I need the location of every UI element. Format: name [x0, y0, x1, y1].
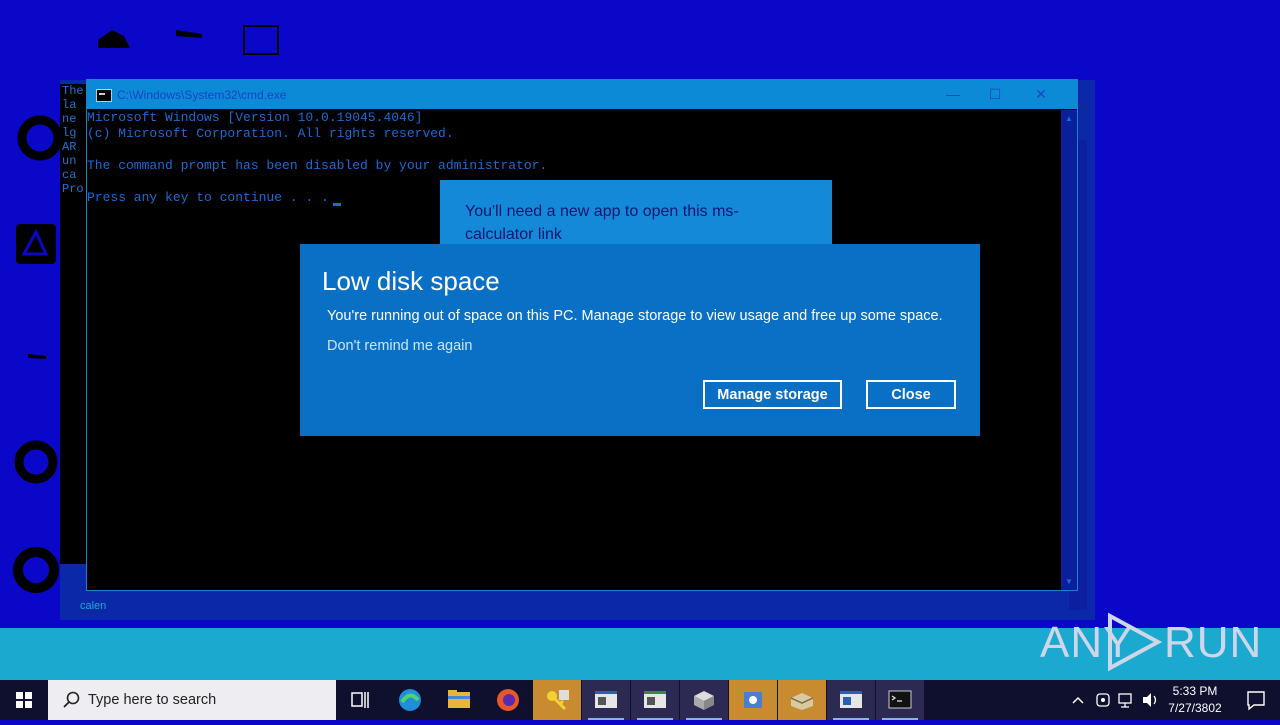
- maximize-button[interactable]: ☐: [981, 84, 1009, 104]
- console-line: (c) Microsoft Corporation. All rights re…: [87, 126, 454, 141]
- strip-line: un: [62, 154, 77, 168]
- firefox-icon: [497, 689, 519, 711]
- chevron-up-icon[interactable]: [1068, 680, 1088, 720]
- console-line: Microsoft Windows [Version 10.0.19045.40…: [87, 110, 423, 125]
- box-app-button[interactable]: [778, 680, 826, 720]
- cmd-scrollbar[interactable]: ▲ ▼: [1061, 110, 1077, 590]
- package-button[interactable]: [680, 680, 728, 720]
- desktop-icon-shortcut[interactable]: [238, 22, 282, 58]
- file-explorer-button[interactable]: [435, 680, 483, 720]
- installer-button[interactable]: [729, 680, 777, 720]
- play-logo-icon: [1108, 612, 1163, 672]
- window-app-button[interactable]: [827, 680, 875, 720]
- app-needed-message: You'll need a new app to open this ms-ca…: [465, 203, 739, 243]
- dialog-message: You're running out of space on this PC. …: [327, 308, 943, 324]
- start-button[interactable]: [0, 680, 48, 720]
- scroll-down-icon[interactable]: ▼: [1065, 577, 1073, 586]
- text-cursor: [332, 203, 341, 206]
- strip-line: la: [62, 98, 77, 112]
- defender-icon[interactable]: [1092, 680, 1114, 720]
- cmd-title-bar[interactable]: C:\Windows\System32\cmd.exe — ☐ ✕: [87, 80, 1077, 109]
- strip-line: AR: [62, 140, 77, 154]
- window-app-button[interactable]: [582, 680, 630, 720]
- edge-icon: [399, 689, 421, 711]
- firefox-button[interactable]: [484, 680, 532, 720]
- strip-line: ca: [62, 168, 77, 182]
- task-view-icon: [351, 692, 369, 708]
- clock-time: 5:33 PM: [1172, 684, 1218, 698]
- edge-button[interactable]: [386, 680, 434, 720]
- scroll-up-icon[interactable]: ▲: [1065, 114, 1073, 123]
- window-app-icon: [595, 691, 617, 708]
- windows-logo-icon: [16, 692, 32, 708]
- desktop-icon-refresh[interactable]: [12, 438, 62, 488]
- desktop-icon-shortcut[interactable]: [94, 26, 134, 56]
- search-box[interactable]: Type here to search: [48, 680, 336, 720]
- close-button[interactable]: Close: [866, 380, 956, 409]
- cmd-taskbar-button[interactable]: [876, 680, 924, 720]
- desktop-icon-shortcut[interactable]: [172, 26, 208, 42]
- desktop-icon-acrobat[interactable]: [14, 222, 60, 268]
- strip-line: Pro: [62, 182, 84, 196]
- desktop-icon-ring[interactable]: [12, 546, 62, 596]
- close-window-button[interactable]: ✕: [1027, 84, 1055, 104]
- volume-icon[interactable]: [1140, 680, 1162, 720]
- console-line: The command prompt has been disabled by …: [87, 158, 548, 173]
- manage-storage-button[interactable]: Manage storage: [703, 380, 842, 409]
- file-explorer-icon: [448, 690, 470, 708]
- background-window-text: The la ne lg AR un ca Pro: [60, 84, 88, 564]
- minimize-button[interactable]: —: [939, 84, 967, 104]
- desktop-icon-ccleaner[interactable]: [16, 114, 66, 164]
- app-needed-notice: You'll need a new app to open this ms-ca…: [440, 180, 832, 244]
- window-app-icon: [644, 691, 666, 708]
- cmd-icon: [888, 690, 912, 709]
- taskbar: Type here to search 5:33 PM 7/27/3802: [0, 680, 1280, 720]
- strip-line: ne: [62, 112, 77, 126]
- dialog-title: Low disk space: [322, 266, 500, 296]
- window-app-button[interactable]: [631, 680, 679, 720]
- key-app-icon: [547, 690, 569, 711]
- search-placeholder: Type here to search: [88, 692, 217, 708]
- low-disk-space-dialog: Low disk space You're running out of spa…: [300, 244, 980, 436]
- task-view-button[interactable]: [336, 680, 384, 720]
- window-app-icon: [840, 691, 862, 708]
- notification-button[interactable]: [1232, 680, 1280, 720]
- box-icon: [790, 693, 814, 710]
- notification-icon: [1247, 691, 1265, 711]
- dont-remind-link[interactable]: Don't remind me again: [327, 338, 472, 354]
- search-icon: [63, 691, 80, 708]
- cmd-icon: [96, 89, 112, 102]
- desktop: The la ne lg AR un ca Pro calen C:\Windo…: [0, 0, 1280, 680]
- strip-line: lg: [62, 126, 77, 140]
- strip-line: The: [62, 84, 84, 98]
- installer-icon: [744, 692, 762, 708]
- package-icon: [694, 691, 714, 710]
- desktop-icon-shortcut[interactable]: [26, 350, 50, 362]
- watermark-run: RUN: [1164, 618, 1263, 667]
- network-icon[interactable]: [1116, 680, 1138, 720]
- cmd-title-text: C:\Windows\System32\cmd.exe: [117, 88, 287, 102]
- system-clock[interactable]: 5:33 PM 7/27/3802: [1160, 683, 1230, 717]
- calendar-label: calen: [80, 600, 107, 612]
- console-prompt: Press any key to continue . . .: [87, 190, 329, 205]
- clock-date: 7/27/3802: [1168, 701, 1222, 715]
- key-app-button[interactable]: [533, 680, 581, 720]
